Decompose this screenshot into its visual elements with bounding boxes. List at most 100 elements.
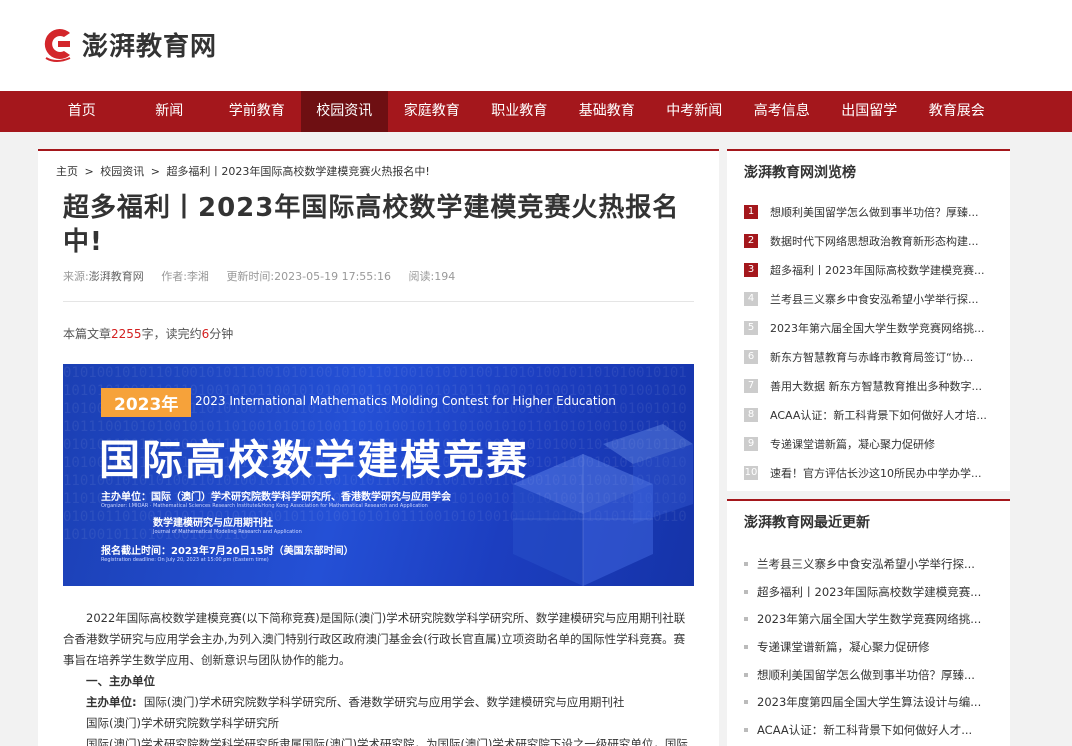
popular-item[interactable]: 4 兰考县三义寨乡中食安泓希望小学举行探...	[744, 284, 1004, 313]
popular-item-title[interactable]: ACAA认证：新工科背景下如何做好人才培...	[770, 407, 987, 423]
rank-number: 2	[744, 233, 758, 248]
host-line-3: 国际(澳门)学术研究院数学科学研究所隶属国际(澳门)学术研究院，为国际(澳门)学…	[86, 737, 688, 746]
breadcrumb-separator: >	[150, 165, 160, 178]
popular-panel: 澎湃教育网浏览榜 1 想顺利美国留学怎么做到事半功倍？厚臻... 2 数据时代下网络思…	[727, 149, 1010, 491]
recent-item[interactable]: 专递课堂谱新篇，凝心聚力促研修	[744, 633, 1006, 661]
source-value: 澎湃教育网	[88, 270, 144, 283]
breadcrumb-section[interactable]: 校园资讯	[100, 165, 144, 178]
banner-journal: 数学建模研究与应用期刊社	[153, 518, 273, 529]
nav-item[interactable]: 学前教育	[213, 91, 301, 132]
popular-item-title[interactable]: 速看！官方评估长沙这10所民办中学办学...	[770, 465, 982, 481]
nav-item[interactable]: 高考信息	[738, 91, 826, 132]
updated-value: 2023-05-19 17:55:16	[274, 270, 391, 283]
site-logo[interactable]: 澎湃教育网	[40, 24, 217, 64]
popular-item[interactable]: 7 善用大数据 新东方智慧教育推出多种数字...	[744, 371, 1004, 400]
recent-title: 澎湃教育网最近更新	[744, 515, 870, 531]
nav-item[interactable]: 职业教育	[476, 91, 564, 132]
bullet-icon	[744, 672, 748, 677]
main-nav: 首页 新闻 学前教育 校园资讯 家庭教育 职业教育 基础教育 中考新闻 高考信息 出国留学 教育展会	[0, 91, 1072, 132]
article-title: 超多福利丨2023年国际高校数学建模竞赛火热报名中!	[63, 193, 680, 257]
nav-item[interactable]: 中考新闻	[651, 91, 739, 132]
read-prefix: 本篇文章	[63, 327, 112, 341]
bullet-icon	[744, 644, 748, 649]
views-label: 阅读:	[408, 270, 435, 283]
article-paragraph: 2022年国际高校数学建模竞赛(以下简称竞赛)是国际(澳门)学术研究院数学科学研…	[63, 611, 686, 667]
popular-item-title[interactable]: 超多福利丨2023年国际高校数学建模竞赛...	[770, 262, 984, 278]
host-text: 国际(澳门)学术研究院数学科学研究所、香港数学研究与应用学会、数学建模研究与应用…	[143, 695, 625, 709]
site-header: 澎湃教育网	[0, 0, 1072, 91]
popular-item-title[interactable]: 专递课堂谱新篇，凝心聚力促研修	[770, 436, 935, 452]
popular-item-title[interactable]: 善用大数据 新东方智慧教育推出多种数字...	[770, 378, 982, 394]
site-name: 澎湃教育网	[82, 31, 218, 62]
recent-item[interactable]: ACAA认证：新工科背景下如何做好人才...	[744, 716, 1006, 744]
recent-item[interactable]: 2023年第六届全国大学生数学竞赛网络挑...	[744, 605, 1006, 633]
host-line: 主办单位: 国际(澳门)学术研究院数学科学研究所、香港数学研究与应用学会、数学建…	[63, 692, 695, 713]
recent-item-title[interactable]: 2023年度第四届全国大学生算法设计与编...	[757, 694, 981, 710]
popular-item-title[interactable]: 兰考县三义寨乡中食安泓希望小学举行探...	[770, 291, 979, 307]
nav-item[interactable]: 校园资讯	[300, 91, 388, 132]
popular-item[interactable]: 8 ACAA认证：新工科背景下如何做好人才培...	[744, 400, 1004, 429]
banner-organizer-en: Organizer: I.MIOAR · Mathematical Scienc…	[101, 503, 428, 509]
breadcrumb-separator: >	[84, 165, 94, 178]
banner-year-badge: 2023年	[101, 388, 192, 417]
nav-item[interactable]: 教育展会	[913, 91, 1001, 132]
nav-item[interactable]: 首页	[38, 91, 126, 132]
popular-item-title[interactable]: 新东方智慧教育与赤峰市教育局签订“协...	[770, 349, 973, 365]
breadcrumb-home[interactable]: 主页	[56, 165, 78, 178]
rank-number: 7	[744, 378, 758, 393]
popular-item[interactable]: 3 超多福利丨2023年国际高校数学建模竞赛...	[744, 255, 1004, 284]
popular-list: 1 想顺利美国留学怎么做到事半功倍？厚臻... 2 数据时代下网络思想政治教育新形态构…	[744, 197, 1004, 487]
popular-item[interactable]: 2 数据时代下网络思想政治教育新形态构建...	[744, 226, 1004, 255]
breadcrumb-current[interactable]: 超多福利丨2023年国际高校数学建模竞赛火热报名中!	[166, 165, 429, 178]
recent-item-title[interactable]: 2023年第六届全国大学生数学竞赛网络挑...	[757, 611, 981, 627]
popular-item-title[interactable]: 想顺利美国留学怎么做到事半功倍？厚臻...	[770, 204, 979, 220]
popular-item-title[interactable]: 2023年第六届全国大学生数学竞赛网络挑...	[770, 320, 984, 336]
recent-panel: 澎湃教育网最近更新 兰考县三义寨乡中食安泓希望小学举行探... 超多福利丨2023…	[727, 499, 1010, 746]
rank-number: 1	[744, 204, 758, 219]
popular-item[interactable]: 6 新东方智慧教育与赤峰市教育局签订“协...	[744, 342, 1004, 371]
popular-item-title[interactable]: 数据时代下网络思想政治教育新形态构建...	[770, 233, 979, 249]
contest-banner-image: 0101001010110100101011100101010010101101…	[63, 364, 694, 586]
nav-item[interactable]: 家庭教育	[388, 91, 476, 132]
nav-item[interactable]: 基础教育	[563, 91, 651, 132]
article-body: 2022年国际高校数学建模竞赛(以下简称竞赛)是国际(澳门)学术研究院数学科学研…	[63, 608, 695, 746]
recent-item-title[interactable]: 想顺利美国留学怎么做到事半功倍？厚臻...	[757, 667, 975, 683]
nav-item[interactable]: 出国留学	[826, 91, 914, 132]
banner-deadline: 报名截止时间：2023年7月20日15时（美国东部时间）	[101, 546, 354, 557]
rank-number: 10	[744, 465, 758, 480]
banner-cn-title: 国际高校数学建模竞赛	[99, 436, 529, 484]
banner-en-title: 2023 International Mathematics Molding C…	[195, 394, 616, 408]
author-label: 作者:	[161, 270, 187, 283]
bullet-icon	[744, 617, 748, 622]
source-label: 来源:	[63, 270, 89, 283]
recent-item[interactable]: 超多福利丨2023年国际高校数学建模竞赛...	[744, 578, 1006, 606]
recent-item-title[interactable]: 超多福利丨2023年国际高校数学建模竞赛...	[757, 584, 981, 600]
popular-item[interactable]: 1 想顺利美国留学怎么做到事半功倍？厚臻...	[744, 197, 1004, 226]
views-value: 194	[434, 270, 456, 283]
recent-item-title[interactable]: 兰考县三义寨乡中食安泓希望小学举行探...	[757, 556, 975, 572]
read-suffix: 分钟	[209, 327, 234, 341]
popular-item[interactable]: 5 2023年第六届全国大学生数学竞赛网络挑...	[744, 313, 1004, 342]
reading-info: 本篇文章2255字，读完约6分钟	[63, 325, 233, 342]
author-value: 李湘	[186, 270, 209, 283]
recent-item[interactable]: 兰考县三义寨乡中食安泓希望小学举行探...	[744, 550, 1006, 578]
article-meta: 来源:澎湃教育网 作者:李湘 更新时间:2023-05-19 17:55:16 …	[63, 268, 469, 284]
section-heading: 一、主办单位	[86, 674, 155, 688]
updated-label: 更新时间:	[226, 270, 275, 283]
article-panel: 主页 > 校园资讯 > 超多福利丨2023年国际高校数学建模竞赛火热报名中! 超…	[38, 149, 719, 746]
word-count: 2255	[111, 327, 142, 341]
nav-item[interactable]: 新闻	[126, 91, 214, 132]
bullet-icon	[744, 561, 748, 566]
rank-number: 5	[744, 320, 758, 335]
recent-item[interactable]: 想顺利美国留学怎么做到事半功倍？厚臻...	[744, 661, 1006, 689]
recent-item[interactable]: 2023年度第四届全国大学生算法设计与编...	[744, 688, 1006, 716]
recent-item-title[interactable]: ACAA认证：新工科背景下如何做好人才...	[757, 722, 972, 738]
popular-item[interactable]: 10 速看！官方评估长沙这10所民办中学办学...	[744, 458, 1004, 487]
banner-deadline-en: Registration deadline: On July 20, 2023 …	[101, 557, 269, 563]
rank-number: 9	[744, 436, 758, 451]
rank-number: 6	[744, 349, 758, 364]
rank-number: 3	[744, 262, 758, 277]
recent-item-title[interactable]: 专递课堂谱新篇，凝心聚力促研修	[757, 639, 930, 655]
popular-item[interactable]: 9 专递课堂谱新篇，凝心聚力促研修	[744, 429, 1004, 458]
bullet-icon	[744, 589, 748, 594]
